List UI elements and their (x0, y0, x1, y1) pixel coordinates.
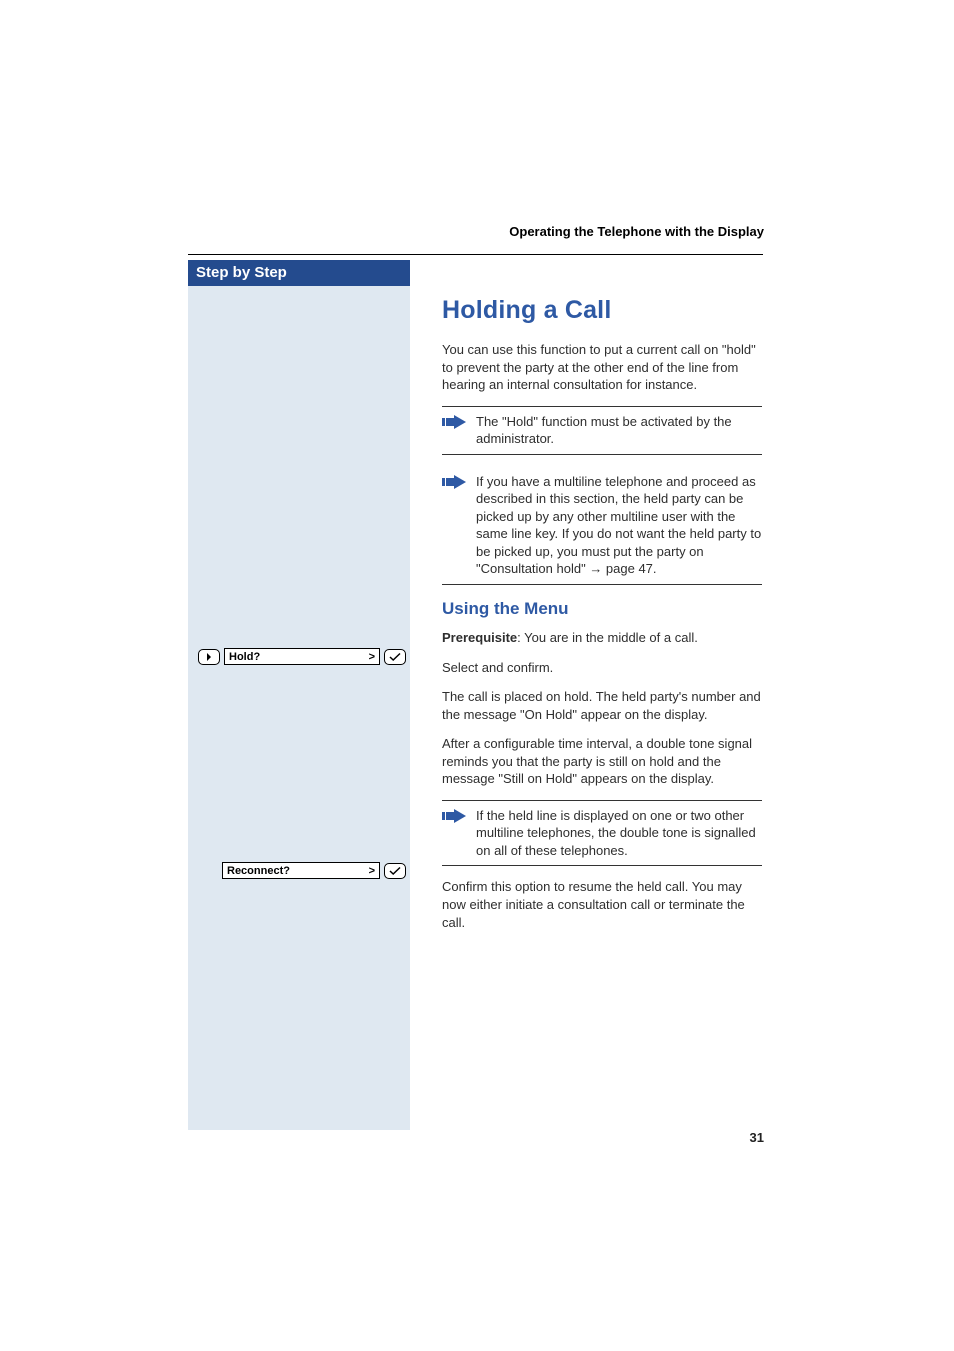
prerequisite-label: Prerequisite (442, 630, 517, 645)
sidebar: Step by Step (188, 260, 410, 1130)
note-multiline: If you have a multiline telephone and pr… (442, 467, 762, 585)
note-double-tone-text: If the held line is displayed on one or … (476, 807, 762, 860)
heading-using-the-menu: Using the Menu (442, 599, 762, 619)
note-arrow-icon (442, 807, 468, 825)
check-icon (384, 863, 406, 879)
display-hold: Hold? > (224, 648, 380, 665)
crossref-page-47[interactable]: → page 47. (589, 561, 656, 576)
note-admin-text: The "Hold" function must be activated by… (476, 413, 762, 448)
chevron-right-icon: > (369, 864, 375, 878)
display-reconnect-text: Reconnect? (227, 864, 290, 878)
header-divider (188, 254, 763, 255)
step1-after: After a configurable time interval, a do… (442, 735, 762, 788)
step1-result: The call is placed on hold. The held par… (442, 688, 762, 723)
heading-holding-a-call: Holding a Call (442, 296, 762, 325)
prerequisite-line: Prerequisite: You are in the middle of a… (442, 629, 762, 647)
step2-action: Confirm this option to resume the held c… (442, 878, 762, 931)
check-icon (384, 649, 406, 665)
sidebar-title: Step by Step (188, 260, 410, 286)
main-content: Holding a Call You can use this function… (442, 290, 762, 943)
note-arrow-icon (442, 473, 468, 491)
page: Operating the Telephone with the Display… (0, 0, 954, 1351)
note-divider (442, 454, 762, 455)
running-head: Operating the Telephone with the Display (194, 224, 764, 239)
step-row-hold: Hold? > (198, 648, 406, 665)
step1-action: Select and confirm. (442, 659, 762, 677)
page-number: 31 (750, 1130, 764, 1145)
note-admin-activate: The "Hold" function must be activated by… (442, 406, 762, 455)
note-multiline-text: If you have a multiline telephone and pr… (476, 473, 762, 578)
note-divider (442, 865, 762, 866)
intro-paragraph: You can use this function to put a curre… (442, 341, 762, 394)
display-reconnect: Reconnect? > (222, 862, 380, 879)
nav-right-icon (198, 649, 220, 665)
note-divider (442, 584, 762, 585)
prerequisite-text: : You are in the middle of a call. (517, 630, 698, 645)
step-row-reconnect: Reconnect? > (198, 862, 406, 879)
note-arrow-icon (442, 413, 468, 431)
display-hold-text: Hold? (229, 650, 260, 664)
chevron-right-icon: > (369, 650, 375, 664)
note-double-tone: If the held line is displayed on one or … (442, 800, 762, 867)
